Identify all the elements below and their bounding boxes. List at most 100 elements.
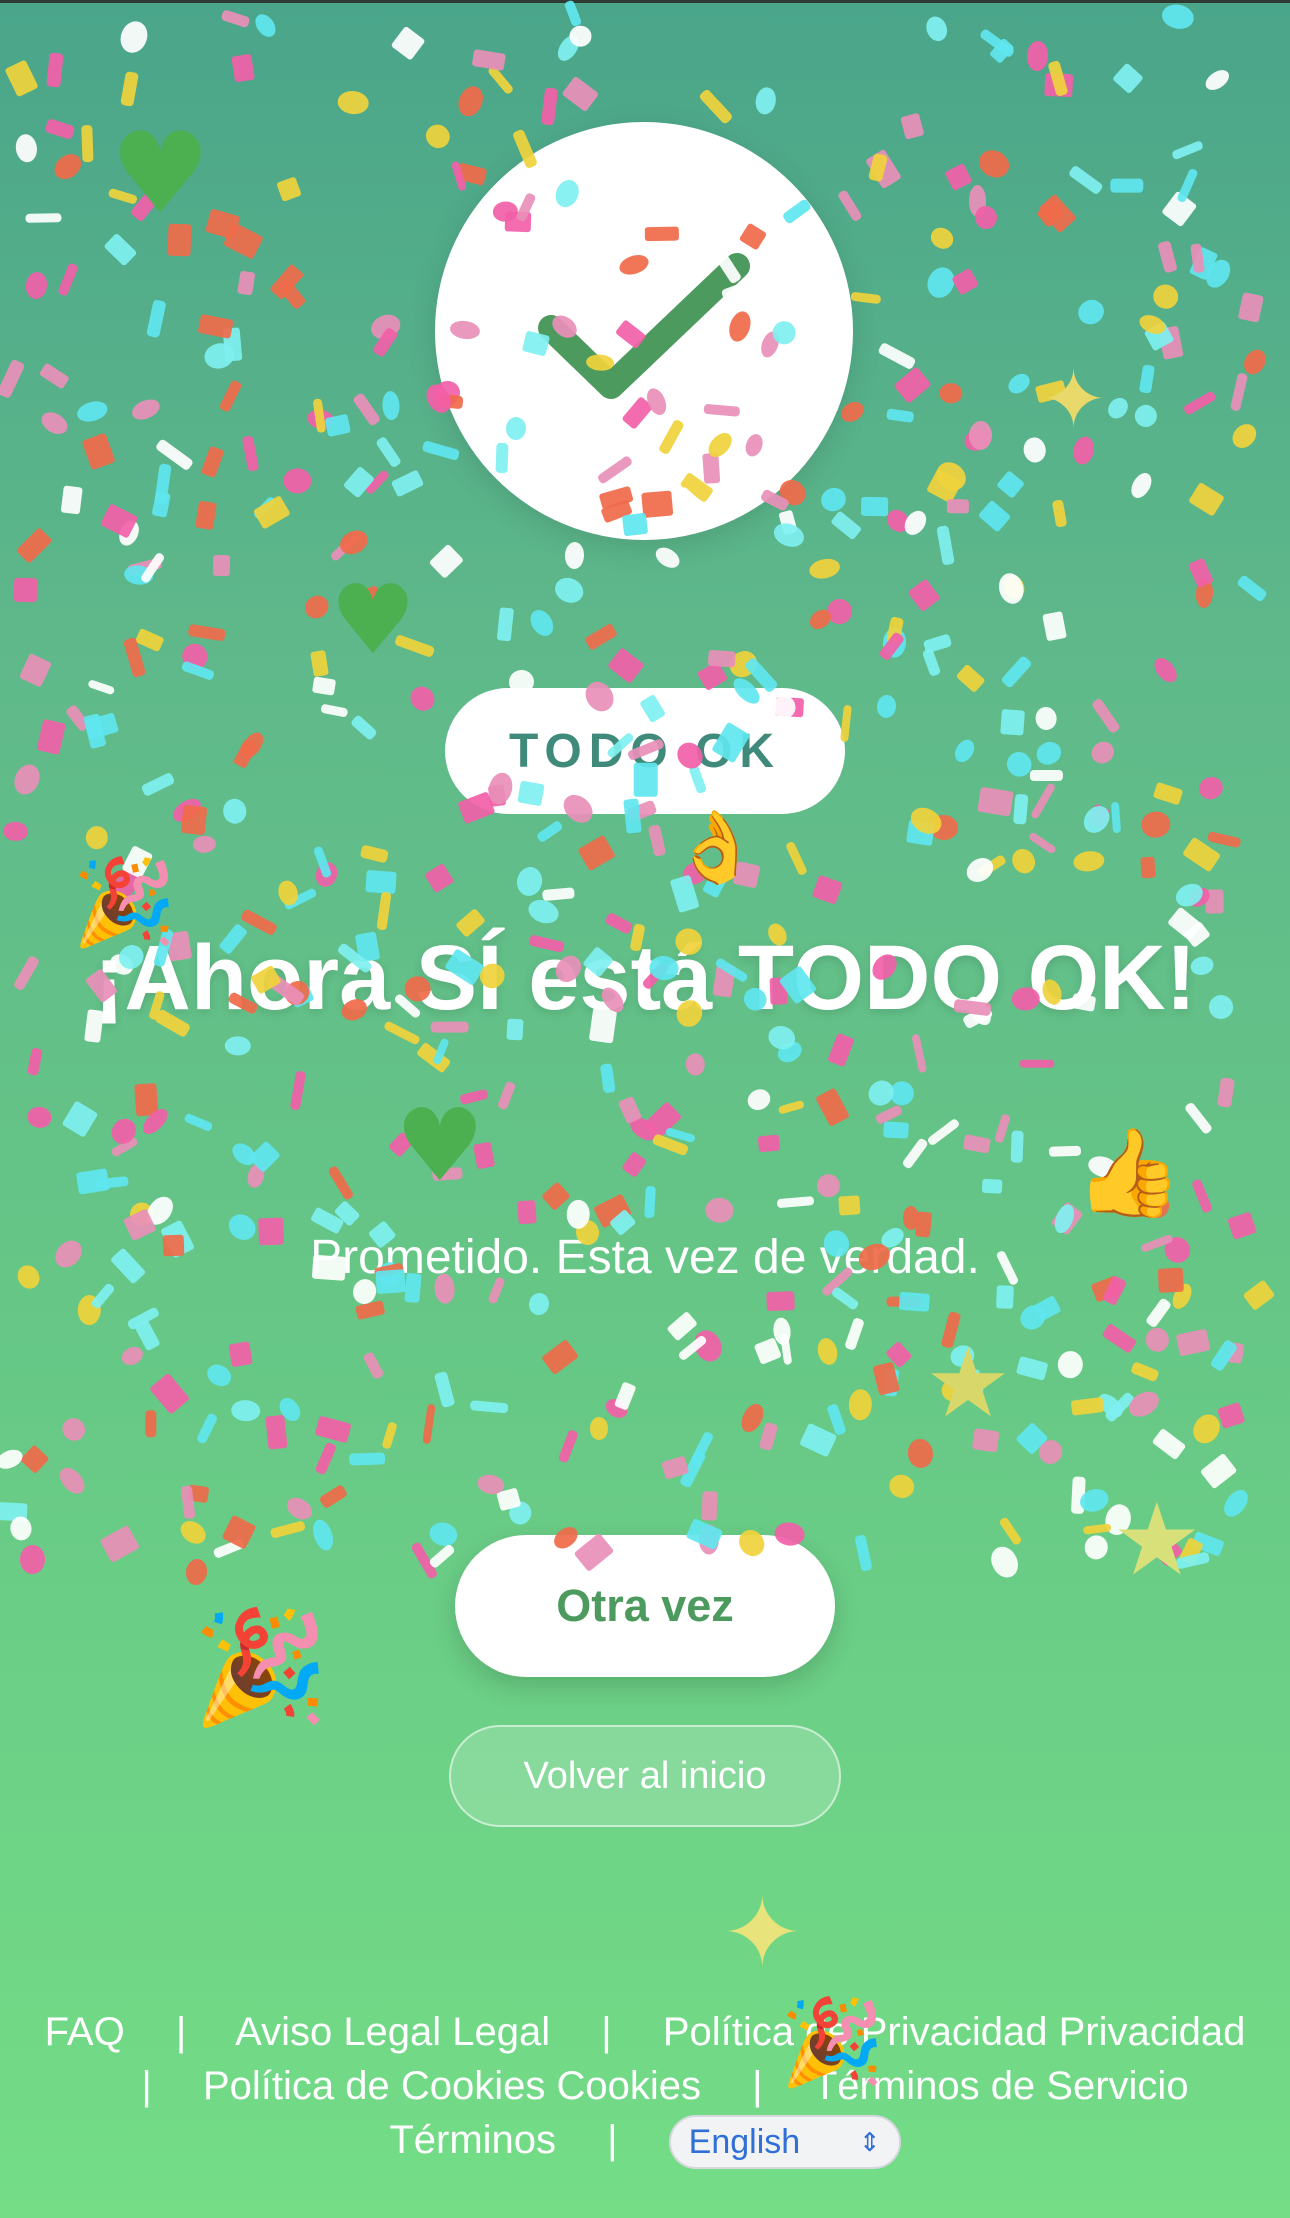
confetti-piece <box>50 149 87 184</box>
confetti-piece <box>275 878 301 908</box>
confetti-piece <box>1077 1486 1112 1517</box>
confetti-piece <box>0 358 26 399</box>
confetti-piece <box>1199 1453 1238 1491</box>
confetti-piece <box>867 153 888 183</box>
confetti-piece <box>1191 1530 1225 1557</box>
confetti-piece <box>14 577 38 603</box>
sparkles-icon: ✦ <box>1040 353 1108 446</box>
confetti-piece <box>1171 139 1205 161</box>
language-select[interactable]: English ⇕ <box>668 2115 901 2170</box>
confetti-piece <box>454 83 488 121</box>
confetti-piece <box>1136 311 1169 338</box>
confetti-piece <box>1236 292 1264 323</box>
confetti-piece <box>87 679 116 696</box>
confetti-piece <box>876 694 898 720</box>
confetti-piece <box>988 37 1015 64</box>
confetti-piece <box>55 1463 90 1499</box>
confetti-piece <box>921 647 942 677</box>
confetti-piece <box>265 1415 288 1450</box>
confetti-piece <box>232 739 258 769</box>
confetti-piece <box>1140 856 1157 879</box>
confetti-piece <box>388 1130 414 1157</box>
confetti-piece <box>779 1333 792 1366</box>
confetti-piece <box>1242 1279 1276 1312</box>
footer-link-cookies[interactable]: Política de Cookies Cookies <box>203 2064 701 2108</box>
confetti-piece <box>251 495 277 521</box>
confetti-piece <box>843 1316 865 1351</box>
confetti-piece <box>415 1041 452 1074</box>
confetti-piece <box>766 1290 795 1311</box>
footer-link-privacy[interactable]: Política de Privacidad Privacidad <box>663 2010 1246 2054</box>
confetti-piece <box>381 390 400 421</box>
confetti-piece <box>76 1168 111 1196</box>
confetti-piece <box>885 1471 917 1502</box>
confetti-piece <box>140 772 175 798</box>
confetti-piece <box>599 1063 616 1094</box>
confetti-piece <box>217 379 243 414</box>
confetti-piece <box>1130 400 1162 432</box>
confetti-piece <box>1194 578 1214 609</box>
confetti-piece <box>1149 280 1183 312</box>
confetti-piece <box>349 1451 386 1466</box>
confetti-piece <box>1182 390 1218 417</box>
confetti-piece <box>886 1296 922 1307</box>
confetti-piece <box>1013 793 1029 825</box>
confetti-piece <box>1219 1485 1254 1522</box>
confetti-piece <box>312 398 327 433</box>
confetti-piece <box>1071 435 1097 467</box>
confetti-piece <box>1110 801 1122 834</box>
confetti-piece <box>621 1151 648 1179</box>
confetti-piece <box>677 1334 708 1362</box>
confetti-piece <box>651 543 683 572</box>
confetti-piece <box>969 184 987 217</box>
confetti-piece <box>563 0 582 28</box>
confetti-piece <box>577 834 616 872</box>
confetti-piece <box>310 650 329 677</box>
confetti-piece <box>405 681 439 716</box>
confetti-piece <box>561 76 600 113</box>
confetti-piece <box>1101 1323 1138 1355</box>
confetti-piece <box>923 13 951 45</box>
confetti-piece <box>758 1422 779 1452</box>
confetti-piece <box>848 1388 873 1421</box>
confetti-piece <box>926 1117 961 1147</box>
confetti-piece <box>798 1423 838 1459</box>
confetti-piece <box>951 1368 984 1399</box>
confetti-piece <box>230 1399 261 1423</box>
retry-button[interactable]: Otra vez <box>455 1535 835 1677</box>
confetti-piece <box>1158 325 1185 360</box>
confetti-piece <box>89 1282 116 1310</box>
confetti-piece <box>409 1541 439 1581</box>
footer-link-legal[interactable]: Aviso Legal Legal <box>235 2010 550 2054</box>
confetti-piece <box>1027 831 1057 855</box>
footer-link-faq[interactable]: FAQ <box>45 2010 125 2054</box>
confetti-piece <box>1000 708 1026 736</box>
confetti-piece <box>830 510 863 541</box>
confetti-piece <box>180 660 216 681</box>
confetti-piece <box>973 145 1014 183</box>
confetti-piece <box>327 1164 355 1201</box>
confetti-piece <box>1146 1529 1184 1567</box>
confetti-piece <box>19 1544 46 1574</box>
confetti-piece <box>9 760 44 799</box>
confetti-piece <box>192 835 217 854</box>
confetti-piece <box>1227 419 1261 453</box>
confetti-piece <box>1216 1077 1235 1108</box>
confetti-piece <box>901 1136 930 1170</box>
confetti-piece <box>180 805 208 836</box>
confetti-piece <box>772 1317 793 1346</box>
confetti-piece <box>320 703 349 718</box>
confetti-piece <box>16 526 53 564</box>
confetti-piece <box>24 270 50 300</box>
back-home-button[interactable]: Volver al inicio <box>449 1725 841 1827</box>
confetti-piece <box>213 554 231 576</box>
confetti-piece <box>142 1191 179 1230</box>
confetti-piece <box>13 1261 44 1293</box>
footer-separator: | <box>752 2064 763 2108</box>
confetti-piece <box>60 484 83 515</box>
confetti-piece <box>1175 167 1198 203</box>
confetti-piece <box>777 1099 805 1115</box>
confetti-piece <box>1144 1297 1173 1329</box>
confetti-piece <box>617 1095 643 1125</box>
confetti-piece <box>312 845 333 879</box>
